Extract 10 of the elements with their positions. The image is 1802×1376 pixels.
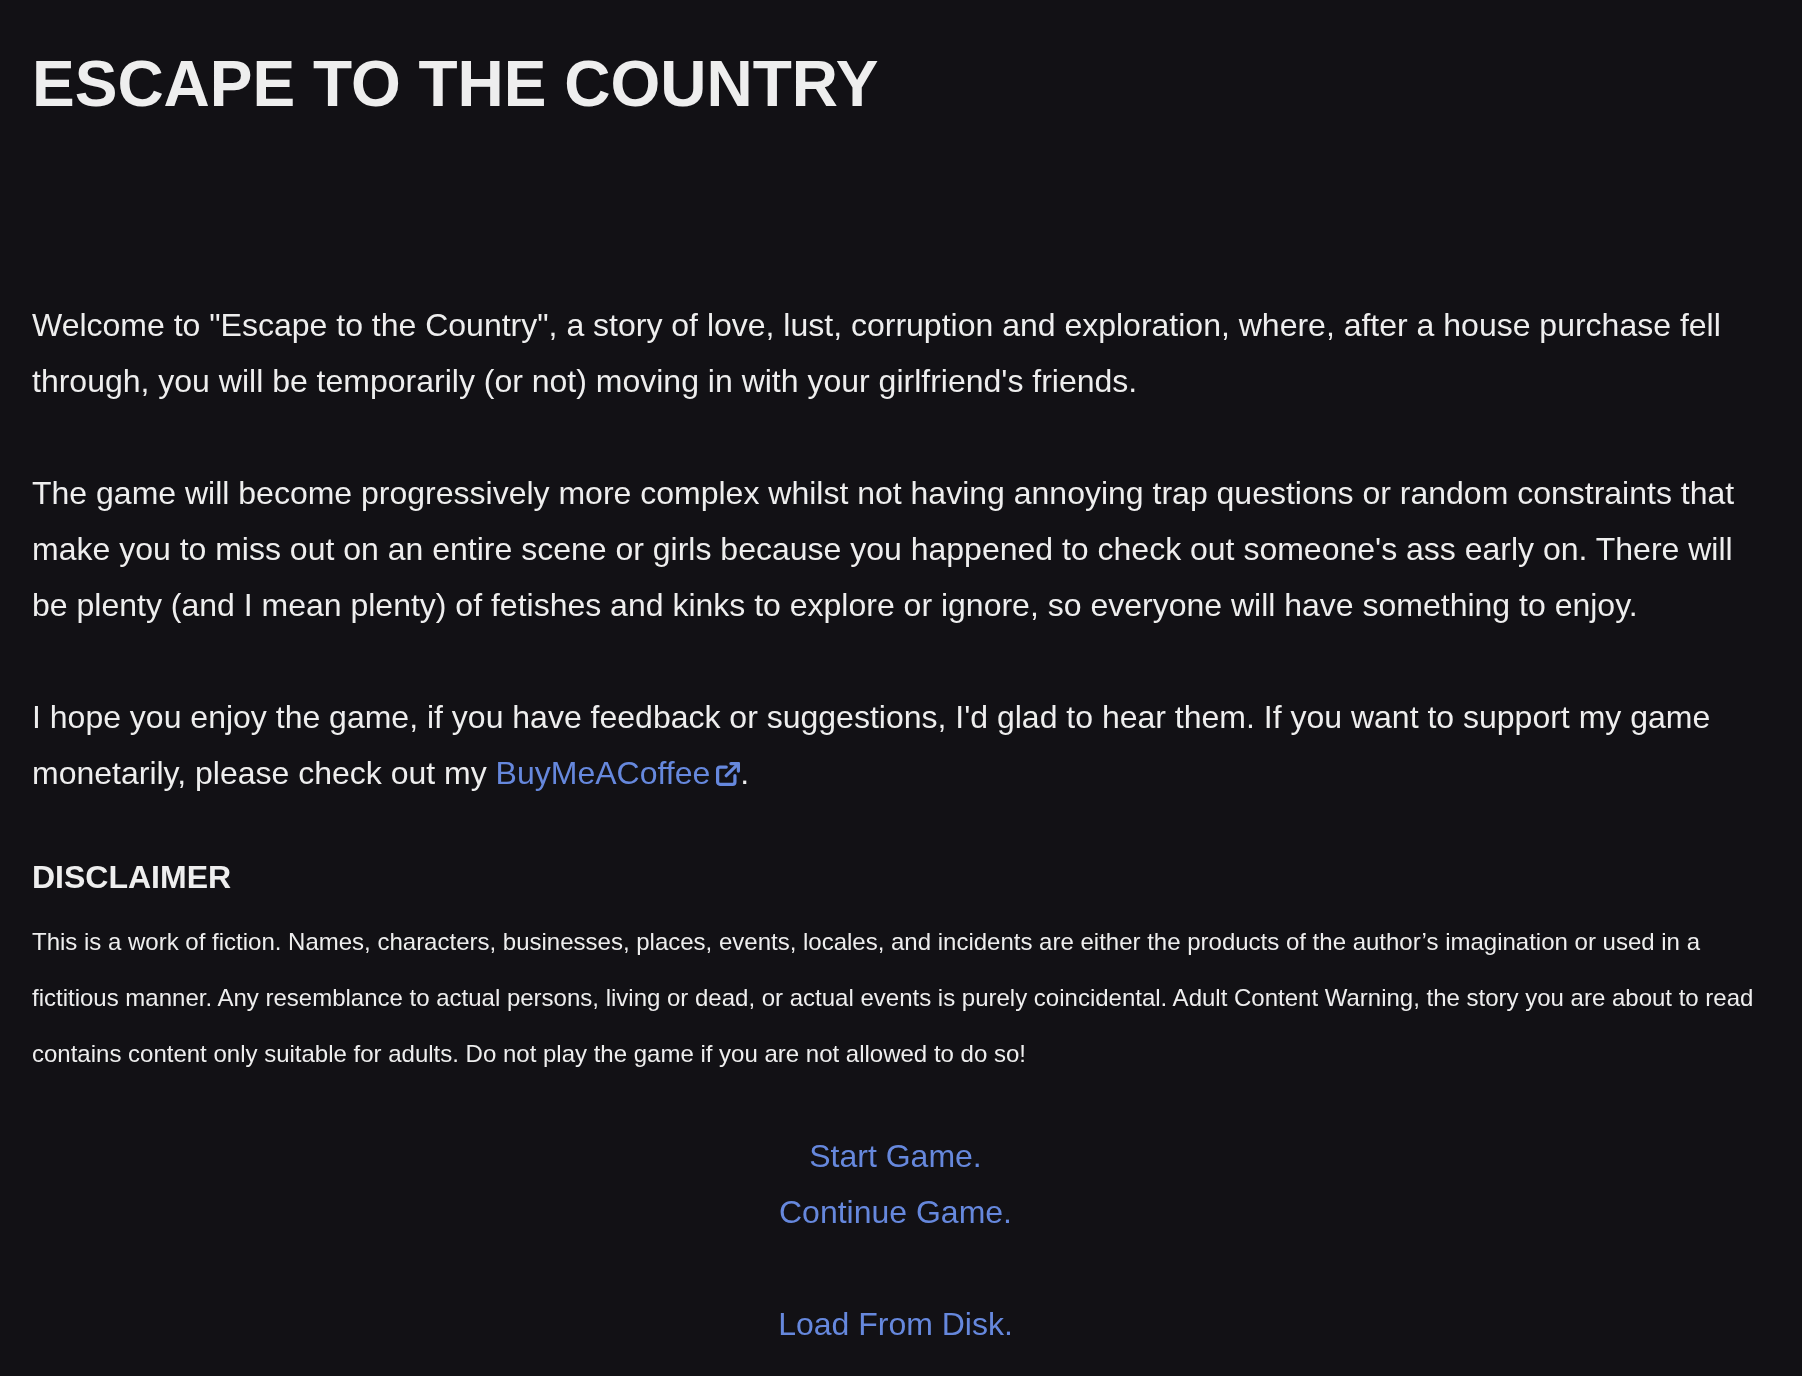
- menu-link[interactable]: Continue Game.: [779, 1184, 1012, 1240]
- disclaimer-heading: DISCLAIMER: [32, 858, 233, 897]
- support-link[interactable]: BuyMeACoffee: [495, 755, 741, 791]
- intro-paragraph: I hope you enjoy the game, if you have feedback or suggestions, I'd glad to hear them. If you want to support my game monetarily, please check out my BuyMeACoffee .: [32, 698, 1712, 793]
- intro-paragraph: The game will become progressively more complex whilst not having annoying trap questions or random constraints that make you to miss out on an entire scene or girls because you happened to check out someone's ass early on. There will be plenty (and I mean plenty) of fetishes and kinks to explore or ignore, so everyone will have something to enjoy.: [32, 474, 1736, 625]
- menu-link[interactable]: Start Game.: [809, 1128, 982, 1184]
- menu-link[interactable]: Load From Disk.: [778, 1296, 1013, 1352]
- disclaimer-text: This is a work of fiction. Names, characters, businesses, places, events, locales, and incidents are either the products of the author’s imagination or used in a fictitious manner. Any resemblance to actual persons, living or dead, or actual events is purely coincidental. Adult Content Warning, the story you are about to read contains content only suitable for adults. Do not play the game if you are not allowed to do so!: [32, 927, 1755, 1069]
- page-title: ESCAPE TO THE COUNTRY: [32, 47, 880, 122]
- intro-paragraph: Welcome to "Escape to the Country", a story of love, lust, corruption and exploration, where, after a house purchase fell through, you will be temporarily (or not) moving in with your girlfriend's friends.: [32, 306, 1722, 401]
